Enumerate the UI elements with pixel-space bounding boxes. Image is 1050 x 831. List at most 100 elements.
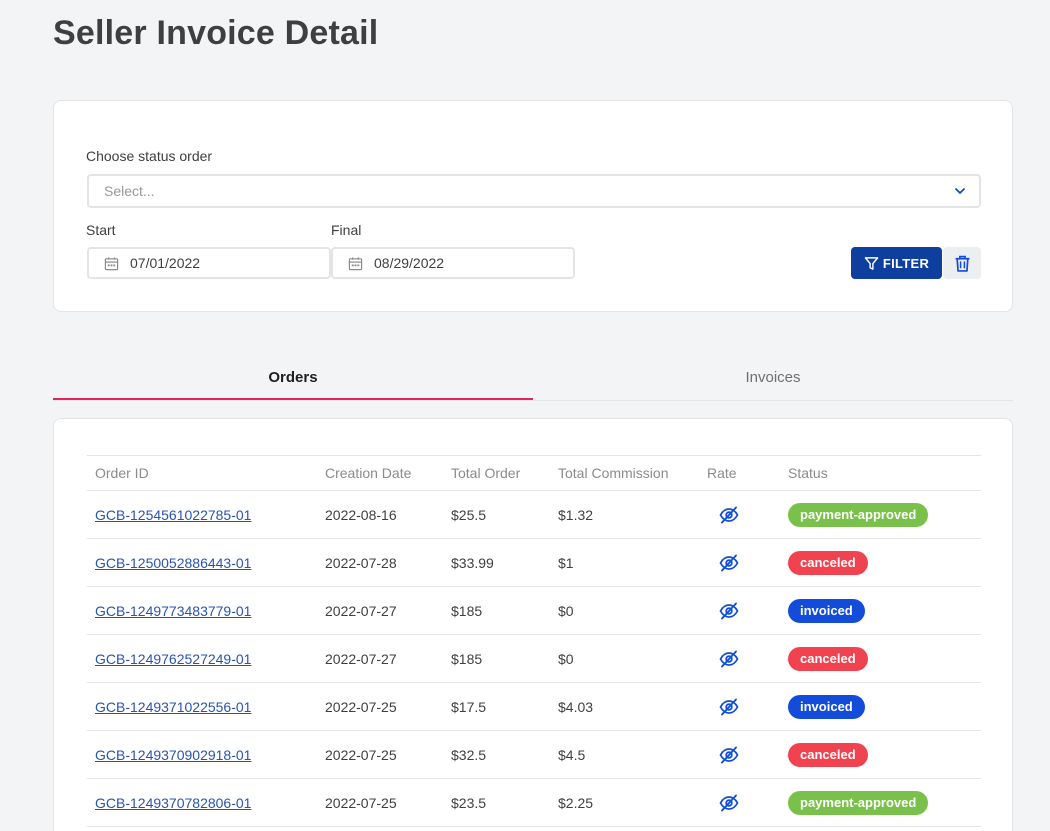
- final-date-field[interactable]: [331, 247, 575, 279]
- rate-cell: [707, 538, 780, 587]
- total-commission-cell: $0: [550, 586, 707, 635]
- eye-slash-icon[interactable]: [719, 553, 739, 573]
- eye-slash-icon[interactable]: [719, 793, 739, 813]
- calendar-icon: [348, 257, 363, 271]
- column-header-rate: Rate: [707, 455, 780, 491]
- order-id-cell: GCB-1254561022785-01: [87, 490, 317, 539]
- table-row: GCB-1249371022556-01 2022-07-25 $17.5 $4.03…: [87, 682, 981, 731]
- order-id-cell: GCB-1249370902918-01: [87, 730, 317, 779]
- table-row: GCB-1249370782806-01 2022-07-25 $23.5 $2.25…: [87, 778, 981, 827]
- rate-cell: [707, 730, 780, 779]
- order-id-cell: GCB-1249762527249-01: [87, 634, 317, 683]
- status-cell: invoiced: [780, 586, 981, 635]
- filter-button-label: FILTER: [882, 255, 930, 271]
- eye-slash-icon[interactable]: [719, 505, 739, 525]
- creation-date-cell: 2022-07-25: [317, 778, 443, 827]
- start-date-field[interactable]: [87, 247, 331, 279]
- order-id-link[interactable]: GCB-1249773483779-01: [95, 603, 251, 619]
- orders-table-card: Order ID Creation Date Total Order Total…: [53, 418, 1013, 831]
- order-id-link[interactable]: GCB-1249370782806-01: [95, 795, 251, 811]
- status-cell: invoiced: [780, 682, 981, 731]
- order-id-link[interactable]: GCB-1254561022785-01: [95, 507, 251, 523]
- creation-date-cell: 2022-07-27: [317, 634, 443, 683]
- order-id-cell: GCB-1249371022556-01: [87, 682, 317, 731]
- total-order-cell: $32.5: [443, 730, 550, 779]
- trash-icon: [955, 255, 969, 272]
- status-badge: invoiced: [788, 598, 865, 623]
- rate-cell: [707, 682, 780, 731]
- column-header-total-order: Total Order: [443, 455, 550, 491]
- total-order-cell: $17.5: [443, 682, 550, 731]
- eye-slash-icon[interactable]: [719, 745, 739, 765]
- creation-date-cell: 2022-07-25: [317, 730, 443, 779]
- total-order-cell: $25.5: [443, 490, 550, 539]
- rate-cell: [707, 634, 780, 683]
- status-badge: payment-approved: [788, 502, 929, 527]
- status-cell: canceled: [780, 730, 981, 779]
- status-badge: canceled: [788, 646, 868, 671]
- eye-slash-icon[interactable]: [719, 649, 739, 669]
- table-row: GCB-1254561022785-01 2022-08-16 $25.5 $1.32…: [87, 490, 981, 539]
- status-cell: canceled: [780, 538, 981, 587]
- tab-orders[interactable]: Orders: [53, 358, 533, 400]
- table-row: GCB-1250052886443-01 2022-07-28 $33.99 $1 ca…: [87, 538, 981, 587]
- status-cell: payment-approved: [780, 490, 981, 539]
- table-row: GCB-1249762527249-01 2022-07-27 $185 $0 canc…: [87, 634, 981, 683]
- rate-cell: [707, 586, 780, 635]
- total-commission-cell: $1: [550, 538, 707, 587]
- status-order-select[interactable]: Select...: [87, 174, 981, 208]
- status-badge: invoiced: [788, 694, 865, 719]
- status-badge: canceled: [788, 550, 868, 575]
- creation-date-cell: 2022-07-28: [317, 538, 443, 587]
- status-order-label: Choose status order: [86, 148, 213, 164]
- status-badge: payment-approved: [788, 790, 929, 815]
- page-title: Seller Invoice Detail: [53, 14, 379, 52]
- total-commission-cell: $4.03: [550, 682, 707, 731]
- order-id-link[interactable]: GCB-1249371022556-01: [95, 699, 251, 715]
- table-header-row: Order ID Creation Date Total Order Total…: [87, 455, 981, 491]
- status-cell: canceled: [780, 634, 981, 683]
- order-id-cell: GCB-1249370782806-01: [87, 778, 317, 827]
- status-cell: payment-approved: [780, 778, 981, 827]
- order-id-link[interactable]: GCB-1249370902918-01: [95, 747, 251, 763]
- calendar-icon: [104, 257, 119, 271]
- tab-invoices[interactable]: Invoices: [533, 358, 1013, 400]
- total-order-cell: $33.99: [443, 538, 550, 587]
- status-order-placeholder: Select...: [104, 183, 155, 199]
- column-header-total-commission: Total Commission: [550, 455, 707, 491]
- filter-button[interactable]: FILTER: [851, 247, 942, 279]
- total-commission-cell: $0: [550, 634, 707, 683]
- column-header-creation-date: Creation Date: [317, 455, 443, 491]
- eye-slash-icon[interactable]: [719, 601, 739, 621]
- status-badge: canceled: [788, 742, 868, 767]
- order-id-cell: GCB-1250052886443-01: [87, 538, 317, 587]
- eye-slash-icon[interactable]: [719, 697, 739, 717]
- rate-cell: [707, 490, 780, 539]
- total-commission-cell: $4.5: [550, 730, 707, 779]
- start-date-label: Start: [86, 222, 116, 238]
- order-id-link[interactable]: GCB-1249762527249-01: [95, 651, 251, 667]
- total-order-cell: $185: [443, 634, 550, 683]
- final-date-label: Final: [331, 222, 362, 238]
- total-commission-cell: $1.32: [550, 490, 707, 539]
- column-header-status: Status: [780, 455, 981, 491]
- table-row: GCB-1249370902918-01 2022-07-25 $32.5 $4.5 c…: [87, 730, 981, 779]
- total-order-cell: $23.5: [443, 778, 550, 827]
- table-row: GCB-1249773483779-01 2022-07-27 $185 $0 invo…: [87, 586, 981, 635]
- clear-filters-button[interactable]: [943, 247, 981, 279]
- total-order-cell: $185: [443, 586, 550, 635]
- start-date-input[interactable]: [130, 255, 310, 271]
- total-commission-cell: $2.25: [550, 778, 707, 827]
- chevron-down-icon: [955, 188, 965, 194]
- column-header-order-id: Order ID: [87, 455, 317, 491]
- order-id-cell: GCB-1249773483779-01: [87, 586, 317, 635]
- creation-date-cell: 2022-07-25: [317, 682, 443, 731]
- orders-table: Order ID Creation Date Total Order Total…: [87, 455, 981, 827]
- filter-icon: [864, 256, 879, 270]
- filter-panel: Choose status order Select... Start Fina…: [53, 100, 1013, 312]
- creation-date-cell: 2022-07-27: [317, 586, 443, 635]
- rate-cell: [707, 778, 780, 827]
- tabs: Orders Invoices: [53, 358, 1013, 401]
- order-id-link[interactable]: GCB-1250052886443-01: [95, 555, 251, 571]
- final-date-input[interactable]: [374, 255, 554, 271]
